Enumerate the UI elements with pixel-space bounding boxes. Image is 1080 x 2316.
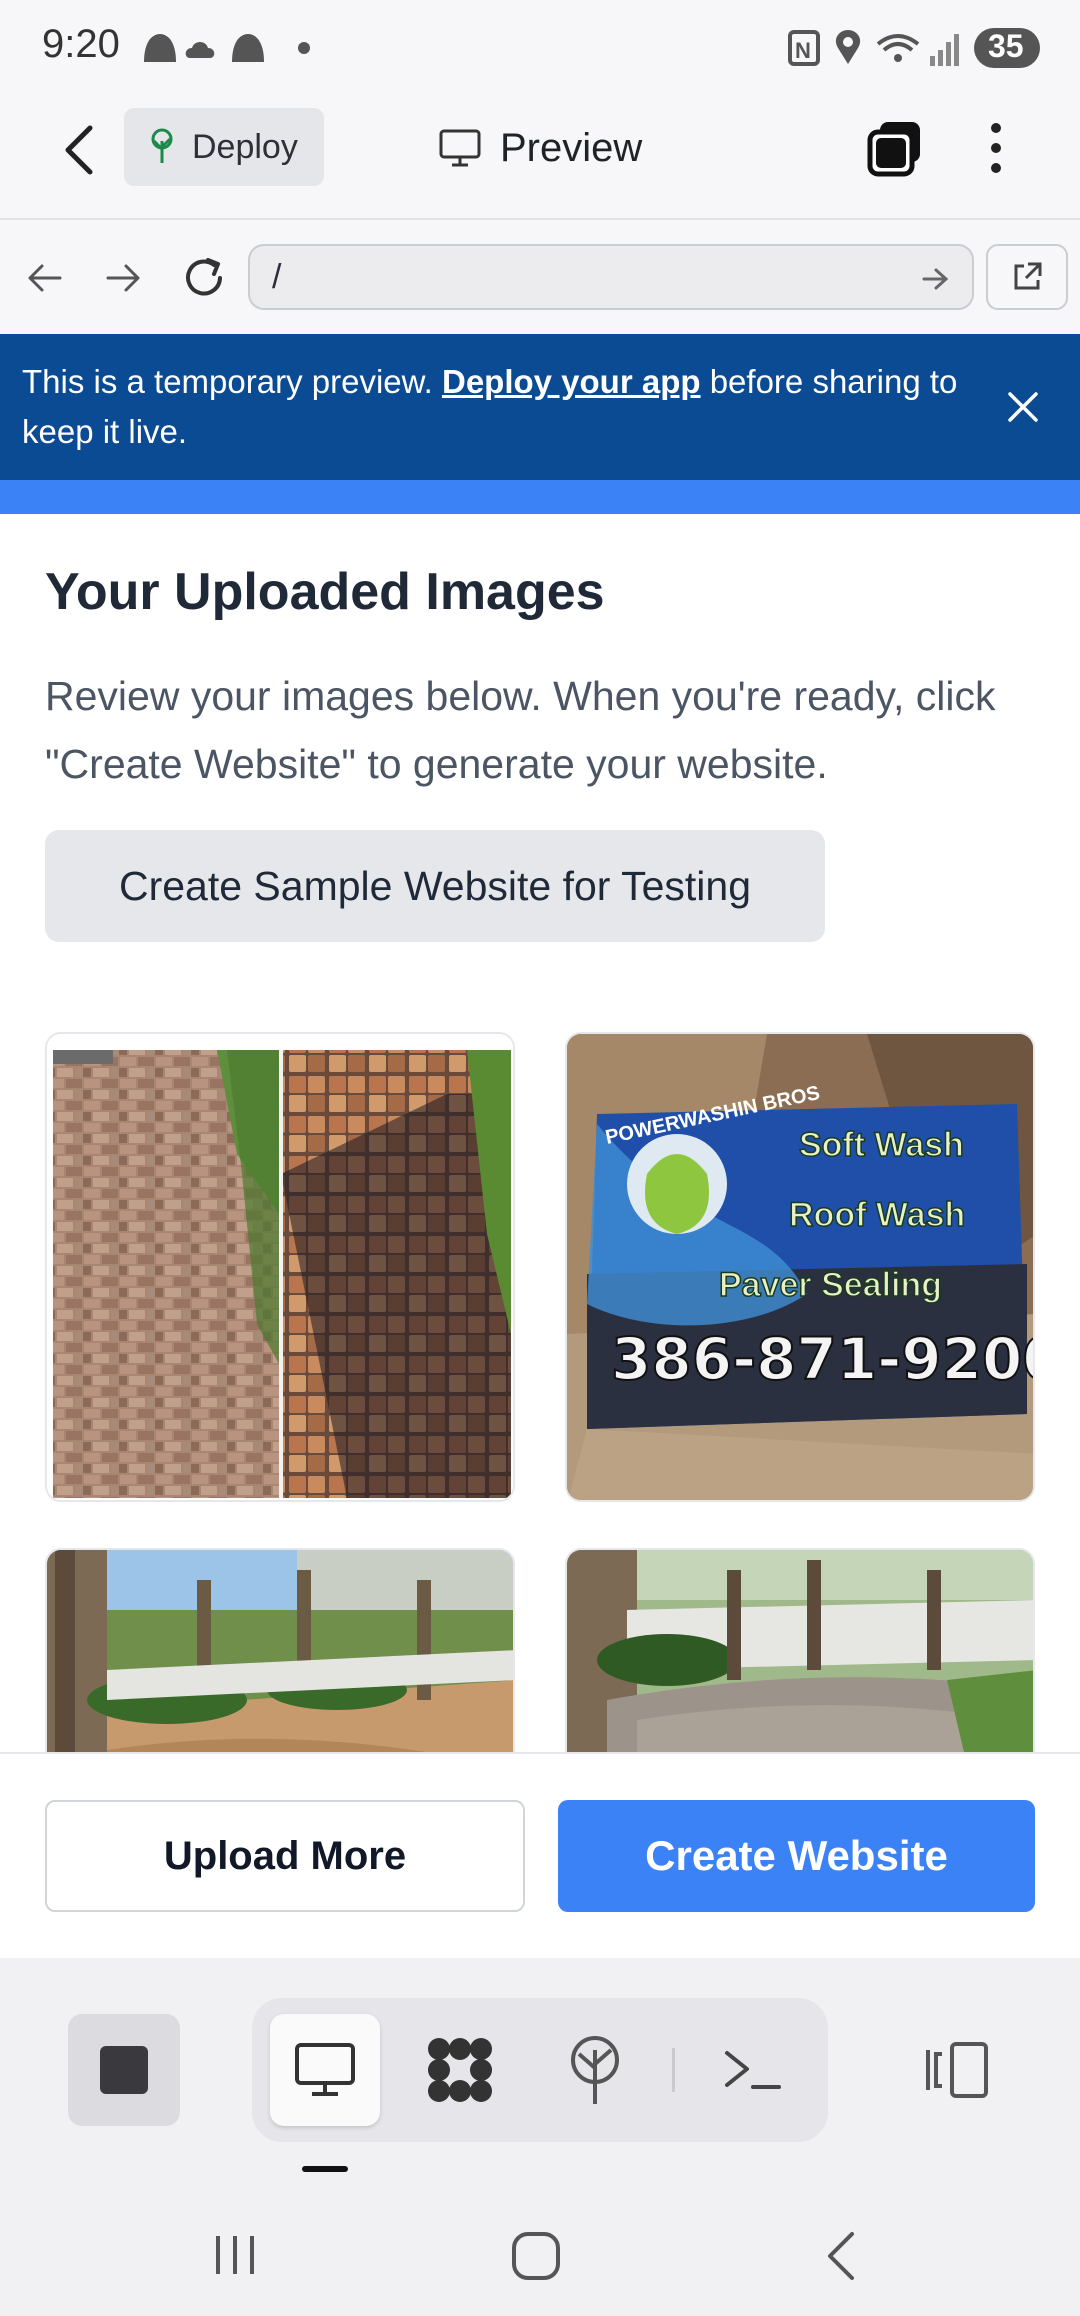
landscape-photo-2 bbox=[567, 1550, 1033, 1752]
preview-label: Preview bbox=[500, 125, 643, 170]
create-sample-website-button[interactable]: Create Sample Website for Testing bbox=[45, 830, 825, 942]
page-description: Review your images below. When you're re… bbox=[45, 673, 996, 787]
monitor-icon bbox=[439, 129, 481, 167]
split-layout-icon bbox=[926, 2042, 988, 2098]
notification-icons bbox=[144, 34, 310, 62]
preview-title: Preview bbox=[438, 116, 642, 180]
recent-apps-icon[interactable] bbox=[210, 2230, 260, 2280]
sign-line-roof-wash: Roof Wash bbox=[789, 1196, 965, 1234]
external-link-icon bbox=[1014, 262, 1042, 290]
uploaded-image-landscape-2[interactable] bbox=[565, 1548, 1035, 1752]
battery-level: 35 bbox=[988, 28, 1024, 64]
close-banner-icon[interactable] bbox=[1006, 390, 1040, 424]
more-options-icon[interactable] bbox=[984, 118, 1008, 178]
terminal-icon bbox=[725, 2051, 781, 2089]
monitor-icon bbox=[295, 2043, 355, 2096]
stop-button[interactable] bbox=[68, 2014, 180, 2126]
toolbar-divider bbox=[672, 2048, 675, 2092]
deploy-app-link[interactable]: Deploy your app bbox=[442, 363, 701, 400]
open-external-button[interactable] bbox=[986, 244, 1068, 310]
active-tab-indicator bbox=[302, 2166, 348, 2172]
url-input[interactable]: / bbox=[248, 244, 974, 310]
tabs-icon[interactable] bbox=[866, 118, 926, 178]
reload-icon[interactable] bbox=[180, 254, 228, 302]
uploaded-image-paver-before-after[interactable] bbox=[45, 1032, 515, 1502]
url-bar: / bbox=[0, 222, 1080, 334]
system-back-icon[interactable] bbox=[820, 2228, 860, 2284]
temporary-preview-banner: This is a temporary preview. Deploy your… bbox=[0, 334, 1080, 480]
landscape-photo-1 bbox=[47, 1550, 513, 1752]
back-arrow-icon[interactable] bbox=[58, 122, 102, 178]
sign-photo: POWERWASHIN BROS Soft Wash Roof Wash Pav… bbox=[567, 1034, 1035, 1500]
browser-forward-icon[interactable] bbox=[104, 258, 144, 298]
tab-console[interactable] bbox=[708, 2014, 798, 2126]
stop-icon bbox=[100, 2046, 148, 2094]
deploy-tree-icon bbox=[571, 2036, 619, 2104]
uploaded-image-landscape-1[interactable] bbox=[45, 1548, 515, 1752]
page-content: Your Uploaded Images Review your images … bbox=[0, 514, 1080, 1752]
browser-back-icon[interactable] bbox=[24, 258, 64, 298]
banner-text-before: This is a temporary preview. bbox=[22, 363, 442, 400]
uploaded-image-powerwashin-bros-sign[interactable]: POWERWASHIN BROS Soft Wash Roof Wash Pav… bbox=[565, 1032, 1035, 1502]
sign-line-soft-wash: Soft Wash bbox=[799, 1126, 964, 1164]
tab-deploy[interactable] bbox=[550, 2014, 640, 2126]
go-arrow-icon[interactable] bbox=[920, 264, 950, 294]
grid-blobs-icon bbox=[428, 2038, 492, 2102]
deploy-tree-icon bbox=[151, 128, 173, 163]
deploy-button[interactable]: Deploy bbox=[124, 108, 324, 186]
page-title: Your Uploaded Images bbox=[45, 563, 605, 621]
bottom-toolbar bbox=[0, 1958, 1080, 2194]
tab-workspace[interactable] bbox=[415, 2014, 505, 2126]
layout-toggle-button[interactable] bbox=[912, 2014, 1002, 2126]
home-icon[interactable] bbox=[508, 2228, 564, 2284]
app-bar: Deploy Preview bbox=[0, 92, 1080, 220]
upload-more-button[interactable]: Upload More bbox=[45, 1800, 525, 1912]
action-bar: Upload More Create Website bbox=[0, 1752, 1080, 1958]
status-bar: 9:20 N 35 bbox=[0, 0, 1080, 92]
status-time: 9:20 bbox=[42, 22, 120, 66]
deploy-label: Deploy bbox=[192, 127, 298, 166]
paver-photo bbox=[47, 1034, 513, 1500]
system-nav-bar bbox=[0, 2194, 1080, 2316]
svg-text:N: N bbox=[795, 38, 811, 63]
sign-line-paver-sealing: Paver Sealing bbox=[719, 1266, 942, 1304]
create-website-button[interactable]: Create Website bbox=[558, 1800, 1035, 1912]
sign-phone: 386-871-9200 bbox=[611, 1325, 1035, 1393]
tab-preview[interactable] bbox=[270, 2014, 380, 2126]
page-header-strip bbox=[0, 480, 1080, 514]
